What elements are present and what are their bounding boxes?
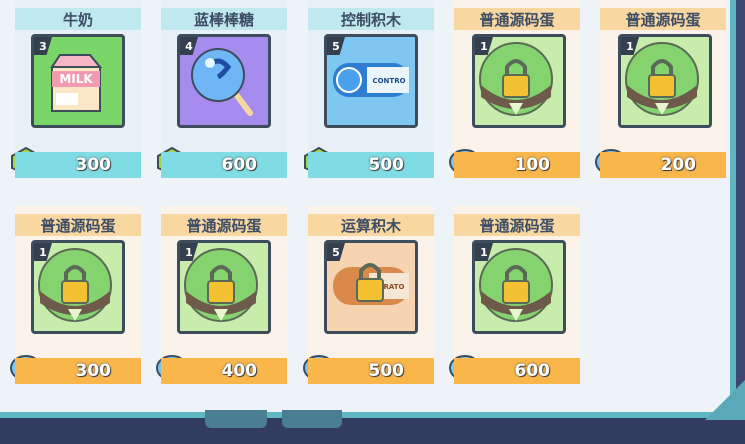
price-bar: 100 [454,152,580,178]
shop-card-lollipop[interactable]: 蓝棒棒糖 4 600 [157,0,287,178]
price-bar: 600 [161,152,287,178]
shop-card-egg-400[interactable]: 普通源码蛋 1 400 [156,206,287,384]
price-bar: 600 [454,358,580,384]
shop-card-control-block[interactable]: 控制积木 CONTRO 5 500 [304,0,434,178]
price-value: 500 [368,155,405,175]
card-title: 普通源码蛋 [454,214,580,236]
card-title: 普通源码蛋 [161,214,287,236]
price-bar: 400 [161,358,287,384]
price-value: 500 [368,361,405,381]
price-bar: 500 [308,358,434,384]
price-value: 100 [514,155,551,175]
price-bar: 300 [15,152,141,178]
milk-carton-icon: MILK 3 [31,34,125,128]
svg-text:MILK: MILK [59,72,93,86]
bottom-bar [0,418,745,444]
shop-card-egg-600[interactable]: 普通源码蛋 1 600 [449,206,580,384]
svg-text:CONTRO: CONTRO [372,77,405,85]
price-bar: 500 [308,152,434,178]
locked-egg-icon: 1 [177,240,271,334]
price-value: 300 [75,361,112,381]
card-title: 普通源码蛋 [454,8,580,30]
operator-block-icon: PERATO 5 [324,240,418,334]
locked-egg-icon: 1 [472,34,566,128]
shop-card-egg-300[interactable]: 普通源码蛋 1 300 [10,206,141,384]
price-value: 300 [75,155,112,175]
price-value: 600 [221,155,258,175]
card-title: 运算积木 [308,214,434,236]
control-block-icon: CONTRO 5 [324,34,418,128]
price-value: 400 [221,361,258,381]
bottom-tab-1[interactable] [205,410,267,428]
shop-card-operator-block[interactable]: 运算积木 PERATO 5 500 [303,206,434,384]
card-title: 牛奶 [15,8,141,30]
price-bar: 200 [600,152,726,178]
card-title: 普通源码蛋 [15,214,141,236]
shop-card-egg-100[interactable]: 普通源码蛋 1 100 [449,0,580,178]
locked-egg-icon: 1 [472,240,566,334]
price-value: 200 [660,155,697,175]
locked-egg-icon: 1 [618,34,712,128]
shop-card-milk[interactable]: 牛奶 MILK 3 300 [11,0,141,178]
locked-egg-icon: 1 [31,240,125,334]
price-value: 600 [514,361,551,381]
card-title: 蓝棒棒糖 [161,8,287,30]
shop-card-egg-200[interactable]: 普通源码蛋 1 200 [595,0,726,178]
card-title: 普通源码蛋 [600,8,726,30]
price-bar: 300 [15,358,141,384]
card-title: 控制积木 [308,8,434,30]
bottom-tab-2[interactable] [282,410,342,428]
lollipop-icon: 4 [177,34,271,128]
